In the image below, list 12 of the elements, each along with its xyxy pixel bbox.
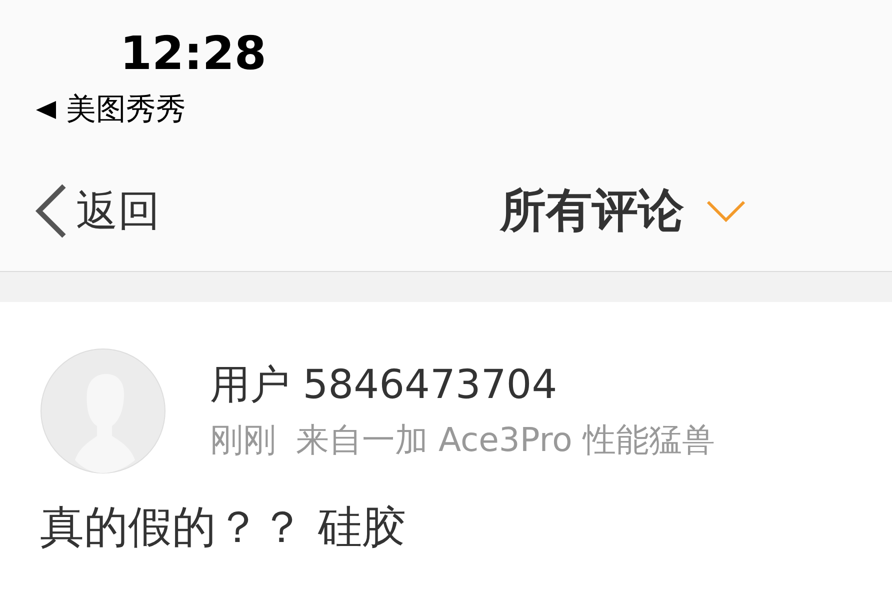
back-to-app-link[interactable]: 美图秀秀 (66, 90, 186, 130)
comment-time: 刚刚 (210, 419, 276, 461)
device-source: 来自一加 Ace3Pro 性能猛兽 (296, 419, 715, 461)
status-time: 12:28 (120, 25, 268, 82)
avatar-icon[interactable] (40, 348, 166, 474)
chevron-left-icon (34, 182, 68, 238)
comment-text: 真的假的？？ 硅胶 (40, 501, 407, 555)
username[interactable]: 用户 5846473704 (210, 360, 715, 410)
back-triangle-icon[interactable] (36, 101, 56, 119)
dropdown-chevron-icon[interactable] (706, 200, 746, 222)
page-title[interactable]: 所有评论 (500, 180, 684, 242)
back-button[interactable]: 返回 (34, 182, 160, 238)
